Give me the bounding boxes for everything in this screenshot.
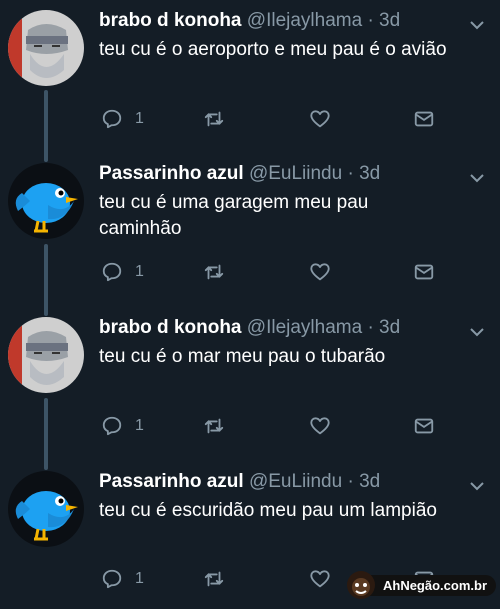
- avatar[interactable]: [8, 10, 84, 86]
- tweet-text: teu cu é o aeroporto e meu pau é o avião: [99, 39, 447, 60]
- retweet-icon: [204, 111, 224, 127]
- avatar[interactable]: [8, 317, 84, 393]
- envelope-icon: [414, 264, 434, 280]
- heart-icon: [310, 570, 330, 588]
- display-name[interactable]: brabo d konoha: [99, 10, 242, 31]
- reply-count: 1: [135, 263, 144, 280]
- reply-icon: [102, 569, 122, 589]
- message-button[interactable]: [413, 106, 435, 132]
- mascot-logo-icon: [346, 571, 375, 599]
- chevron-down-icon[interactable]: [468, 477, 486, 495]
- tweet[interactable]: brabo d konoha @Ilejaylhama · 3d teu cu …: [0, 317, 500, 457]
- tweet[interactable]: Passarinho azul @EuLiindu · 3d teu cu é …: [0, 163, 500, 303]
- handle-and-time[interactable]: @EuLiindu · 3d: [249, 163, 380, 184]
- reply-icon: [102, 262, 122, 282]
- tweet-actions: 1: [99, 413, 459, 439]
- heart-icon: [310, 417, 330, 435]
- tweet-header: brabo d konoha @Ilejaylhama · 3d: [99, 10, 400, 32]
- reply-button[interactable]: 1: [101, 259, 144, 285]
- tweet-header: Passarinho azul @EuLiindu · 3d: [99, 163, 380, 185]
- like-button[interactable]: [309, 566, 331, 592]
- retweet-button[interactable]: [203, 413, 225, 439]
- display-name[interactable]: Passarinho azul: [99, 163, 244, 184]
- envelope-icon: [414, 418, 434, 434]
- reply-icon: [102, 416, 122, 436]
- blue-bird-icon: [8, 471, 84, 547]
- retweet-button[interactable]: [203, 566, 225, 592]
- display-name[interactable]: brabo d konoha: [99, 317, 242, 338]
- tweet-text: teu cu é o mar meu pau o tubarão: [99, 346, 386, 367]
- tweet-actions: 1: [99, 106, 459, 132]
- display-name[interactable]: Passarinho azul: [99, 471, 244, 492]
- ninja-avatar-icon: [8, 10, 84, 86]
- tweet[interactable]: brabo d konoha @Ilejaylhama · 3d teu cu …: [0, 10, 500, 150]
- blue-bird-icon: [8, 163, 84, 239]
- like-button[interactable]: [309, 259, 331, 285]
- heart-icon: [310, 263, 330, 281]
- reply-count: 1: [135, 110, 144, 127]
- avatar[interactable]: [8, 163, 84, 239]
- like-button[interactable]: [309, 106, 331, 132]
- reply-count: 1: [135, 417, 144, 434]
- handle-and-time[interactable]: @Ilejaylhama · 3d: [247, 10, 400, 31]
- heart-icon: [310, 110, 330, 128]
- reply-count: 1: [135, 570, 144, 587]
- tweet-header: brabo d konoha @Ilejaylhama · 3d: [99, 317, 400, 339]
- message-button[interactable]: [413, 413, 435, 439]
- ninja-avatar-icon: [8, 317, 84, 393]
- reply-button[interactable]: 1: [101, 413, 144, 439]
- handle-and-time[interactable]: @Ilejaylhama · 3d: [247, 317, 400, 338]
- retweet-icon: [204, 418, 224, 434]
- chevron-down-icon[interactable]: [468, 169, 486, 187]
- reply-button[interactable]: 1: [101, 106, 144, 132]
- reply-button[interactable]: 1: [101, 566, 144, 592]
- like-button[interactable]: [309, 413, 331, 439]
- message-button[interactable]: [413, 259, 435, 285]
- handle-and-time[interactable]: @EuLiindu · 3d: [249, 471, 380, 492]
- tweet-text: teu cu é escuridão meu pau um lampião: [99, 500, 437, 521]
- tweet-actions: 1: [99, 259, 459, 285]
- watermark: AhNegão.com.br: [343, 567, 496, 603]
- tweet-text: teu cu é uma garagem meu pau caminhão: [99, 192, 369, 239]
- envelope-icon: [414, 111, 434, 127]
- retweet-button[interactable]: [203, 259, 225, 285]
- retweet-button[interactable]: [203, 106, 225, 132]
- reply-icon: [102, 109, 122, 129]
- retweet-icon: [204, 264, 224, 280]
- retweet-icon: [204, 571, 224, 587]
- chevron-down-icon[interactable]: [468, 16, 486, 34]
- chevron-down-icon[interactable]: [468, 323, 486, 341]
- tweet-header: Passarinho azul @EuLiindu · 3d: [99, 471, 380, 493]
- avatar[interactable]: [8, 471, 84, 547]
